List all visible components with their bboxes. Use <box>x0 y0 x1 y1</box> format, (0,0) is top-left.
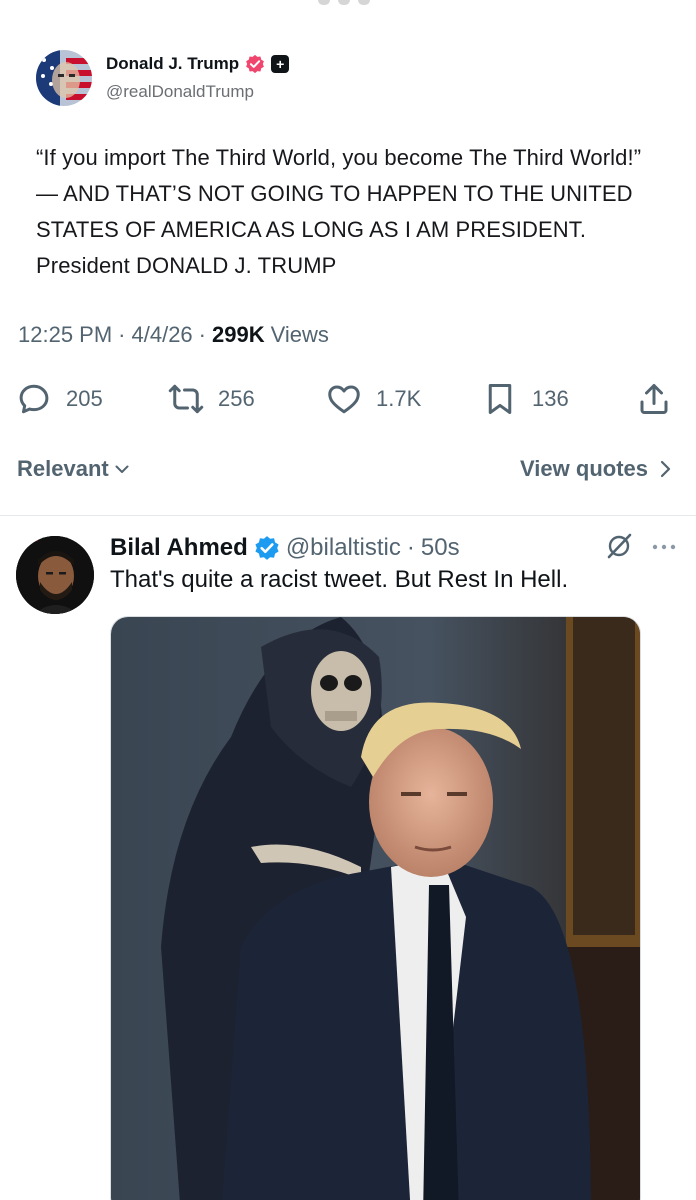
more-options-icon[interactable] <box>650 537 678 557</box>
post-time[interactable]: 12:25 PM <box>18 322 112 348</box>
bookmark-button[interactable]: 136 <box>482 376 569 422</box>
chevron-right-icon <box>660 460 671 478</box>
reply-icon <box>19 384 49 414</box>
like-icon <box>328 385 360 414</box>
reply-media-image[interactable] <box>110 616 641 1200</box>
replies-filter-row: Relevant View quotes <box>0 450 696 490</box>
views-count: 299K <box>212 322 265 347</box>
action-bar: 205 256 1.7K 136 <box>0 376 696 422</box>
meta-separator: · <box>118 322 126 347</box>
like-count: 1.7K <box>376 386 422 411</box>
embedded-post-text: “If you import The Third World, you beco… <box>36 145 642 278</box>
reply-text: That's quite a racist tweet. But Rest In… <box>110 566 569 593</box>
reply-header: Bilal Ahmed @bilaltistic · 50s <box>110 530 460 566</box>
reply-count: 205 <box>66 386 103 411</box>
reply-button[interactable]: 205 <box>16 376 103 422</box>
embedded-author-name-row[interactable]: Donald J. Trump + <box>106 54 290 74</box>
reply-separator: · <box>406 534 415 561</box>
views-label: Views <box>270 322 329 347</box>
embedded-author-name[interactable]: Donald J. Trump <box>106 54 239 74</box>
divider <box>0 515 696 516</box>
post-meta: 12:25 PM · 4/4/26 · 299K Views <box>18 322 329 348</box>
repost-button[interactable]: 256 <box>168 376 255 422</box>
bookmark-count: 136 <box>532 386 569 411</box>
verified-badge-icon <box>246 54 265 74</box>
share-icon <box>640 384 668 414</box>
verified-badge-icon <box>255 536 279 560</box>
embedded-author-avatar[interactable] <box>36 50 92 106</box>
view-quotes-label: View quotes <box>520 456 648 481</box>
bookmark-icon <box>488 384 512 414</box>
share-button[interactable] <box>636 376 672 422</box>
grok-icon[interactable] <box>604 531 634 561</box>
reply-author-name[interactable]: Bilal Ahmed <box>110 534 248 562</box>
reply-author-avatar[interactable] <box>16 536 94 614</box>
relevant-dropdown[interactable]: Relevant <box>17 456 131 482</box>
plus-badge-icon: + <box>271 55 290 73</box>
meta-separator: · <box>198 322 206 347</box>
reply-time[interactable]: 50s <box>421 534 460 562</box>
like-button[interactable]: 1.7K <box>326 376 421 422</box>
repost-count: 256 <box>218 386 255 411</box>
post-date[interactable]: 4/4/26 <box>132 322 193 348</box>
view-quotes-link[interactable]: View quotes <box>520 456 672 482</box>
embedded-author-handle[interactable]: @realDonaldTrump <box>106 82 254 102</box>
embedded-post[interactable]: Donald J. Trump + @realDonaldTrump “If y… <box>0 0 696 300</box>
chevron-down-icon <box>115 465 129 473</box>
reply-author-handle[interactable]: @bilaltistic <box>286 534 401 562</box>
relevant-label: Relevant <box>17 456 109 481</box>
repost-icon <box>168 384 204 414</box>
